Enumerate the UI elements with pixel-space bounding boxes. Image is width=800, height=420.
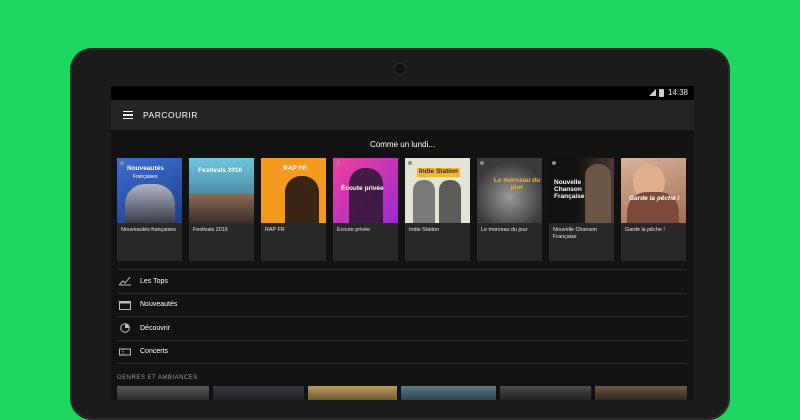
browse-menu: Les Tops Nouveautés Découvrir Concerts <box>117 269 687 364</box>
status-time: 14:38 <box>667 88 688 97</box>
menu-item-concerts[interactable]: Concerts <box>117 341 687 364</box>
camera-icon <box>395 64 405 74</box>
playlist-cover: Le morceau du jour <box>477 158 542 223</box>
playlist-label: Nouveautés françaises <box>121 227 176 233</box>
genres-section-title: GENRES ET AMBIANCES <box>117 375 198 381</box>
playlist-label: Nouvelle Chanson Française <box>553 227 598 241</box>
menu-item-decouvrir[interactable]: Découvrir <box>117 317 687 341</box>
signal-icon <box>649 89 656 96</box>
featured-playlists: Nouveautés Françaises Nouveautés françai… <box>117 158 694 262</box>
genre-tile[interactable] <box>499 386 592 400</box>
menu-item-label: Les Tops <box>140 277 168 285</box>
menu-item-label: Concerts <box>140 348 169 356</box>
menu-item-label: Découvrir <box>140 324 170 332</box>
featured-section-title: Comme un lundi... <box>370 140 435 149</box>
status-icons <box>649 89 664 97</box>
genres-row <box>117 386 688 400</box>
playlist-cover: RAP FR <box>261 158 326 223</box>
playlist-label: Écoute privée <box>337 227 370 233</box>
genre-tile[interactable] <box>401 386 496 400</box>
battery-icon <box>659 89 664 97</box>
menu-icon[interactable] <box>123 109 133 122</box>
compass-icon <box>119 323 131 334</box>
playlist-card[interactable]: Indie Station Indie Station <box>405 158 470 261</box>
app-screen: 14:38 PARCOURIR Comme un lundi... Nouvea… <box>111 86 694 400</box>
genre-tile[interactable] <box>308 386 398 400</box>
playlist-card[interactable]: Nouvelle Chanson Française Nouvelle Chan… <box>549 158 614 261</box>
playlist-cover: Indie Station <box>405 158 470 223</box>
playlist-card[interactable]: Garde la pêche ! Garde la pêche ! <box>621 158 686 261</box>
playlist-card[interactable]: Nouveautés Françaises Nouveautés françai… <box>117 158 182 261</box>
playlist-card[interactable]: Écoute privée Écoute privée <box>333 158 398 261</box>
playlist-label: Le morceau du jour <box>481 227 528 233</box>
playlist-cover: Écoute privée <box>333 158 398 223</box>
playlist-cover: Nouvelle Chanson Française <box>549 158 614 223</box>
chart-line-icon <box>119 276 131 286</box>
offline-icon <box>120 161 124 165</box>
genre-tile[interactable] <box>212 386 305 400</box>
menu-item-label: Nouveautés <box>140 301 178 309</box>
playlist-cover: Garde la pêche ! <box>621 158 686 223</box>
calendar-icon <box>119 300 131 310</box>
offline-icon <box>480 161 484 165</box>
genre-tile[interactable] <box>595 386 688 400</box>
playlist-cover: Nouveautés Françaises <box>117 158 182 223</box>
playlist-label: RAP FR <box>265 227 285 233</box>
offline-icon <box>336 161 340 165</box>
offline-icon <box>408 161 412 165</box>
ticket-icon <box>119 347 131 357</box>
playlist-label: Indie Station <box>409 227 439 233</box>
menu-item-les-tops[interactable]: Les Tops <box>117 269 687 294</box>
playlist-card[interactable]: Le morceau du jour Le morceau du jour <box>477 158 542 261</box>
playlist-cover: Festivals 2016 <box>189 158 254 223</box>
offline-icon <box>552 161 556 165</box>
playlist-label: Festivals 2016 <box>193 227 228 233</box>
genre-tile[interactable] <box>117 386 209 400</box>
app-bar: PARCOURIR <box>111 100 694 130</box>
playlist-card[interactable]: Festivals 2016 Festivals 2016 <box>189 158 254 261</box>
playlist-card[interactable]: RAP FR RAP FR <box>261 158 326 261</box>
playlist-label: Garde la pêche ! <box>625 227 665 233</box>
menu-item-nouveautes[interactable]: Nouveautés <box>117 294 687 317</box>
status-bar: 14:38 <box>111 86 694 100</box>
page-title: PARCOURIR <box>143 110 198 120</box>
